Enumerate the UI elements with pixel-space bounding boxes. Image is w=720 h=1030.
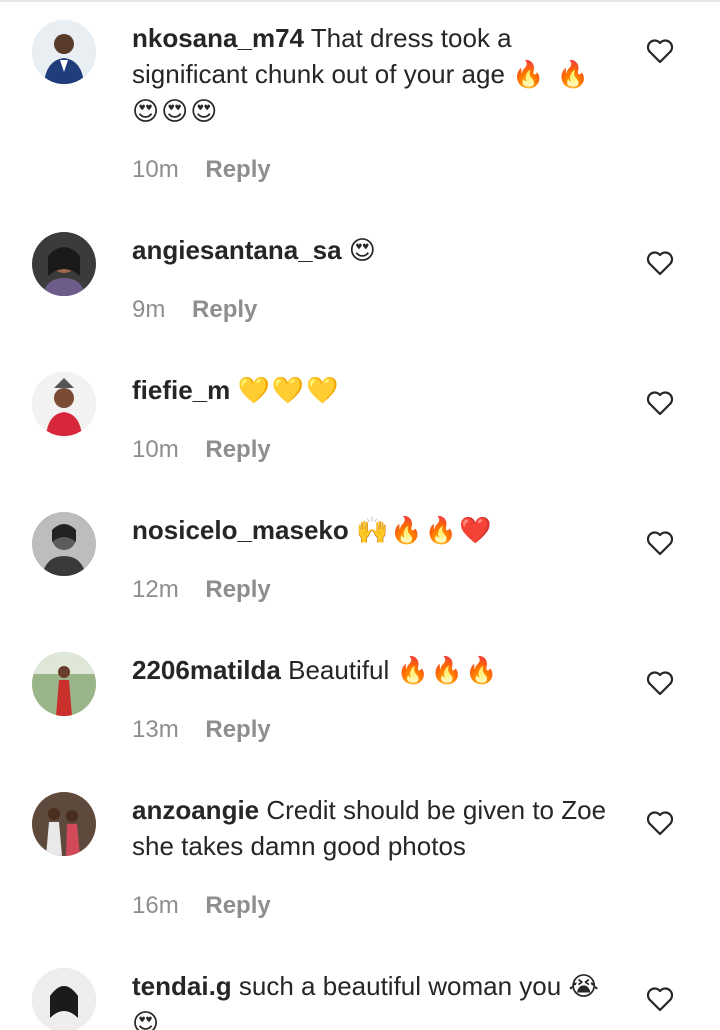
comment-text: angiesantana_sa 😍 bbox=[132, 232, 622, 269]
comment-meta: 16m Reply bbox=[132, 892, 271, 920]
comment-time: 10m bbox=[132, 156, 179, 183]
comment-time: 16m bbox=[132, 892, 179, 919]
comment-username[interactable]: angiesantana_sa bbox=[132, 235, 342, 265]
avatar[interactable] bbox=[32, 512, 96, 576]
comment-emojis: 😍 bbox=[348, 236, 378, 266]
comment-body: Beautiful bbox=[288, 655, 390, 685]
top-divider bbox=[0, 0, 720, 2]
reply-button[interactable]: Reply bbox=[205, 892, 270, 919]
comment-time: 10m bbox=[132, 436, 179, 463]
comment-meta: 13m Reply bbox=[132, 716, 271, 744]
comment-username[interactable]: tendai.g bbox=[132, 971, 232, 1001]
comment-text: nosicelo_maseko 🙌🔥🔥❤️ bbox=[132, 512, 622, 549]
heart-outline-icon[interactable] bbox=[646, 390, 674, 416]
comment-text: tendai.g such a beautiful woman you 😭😍 bbox=[132, 968, 622, 1030]
comment-text: anzoangie Credit should be given to Zoe … bbox=[132, 792, 622, 865]
comment-emojis: 💛💛💛 bbox=[237, 376, 341, 406]
comment-username[interactable]: anzoangie bbox=[132, 795, 259, 825]
avatar[interactable] bbox=[32, 372, 96, 436]
comment-body: such a beautiful woman you bbox=[238, 971, 562, 1001]
comment-username[interactable]: 2206matilda bbox=[132, 655, 281, 685]
comment-time: 12m bbox=[132, 576, 179, 603]
heart-outline-icon[interactable] bbox=[646, 250, 674, 276]
comment-text: nkosana_m74 That dress took a significan… bbox=[132, 20, 622, 130]
avatar[interactable] bbox=[32, 652, 96, 716]
reply-button[interactable]: Reply bbox=[205, 436, 270, 463]
comment-time: 9m bbox=[132, 296, 166, 323]
comment-username[interactable]: nosicelo_maseko bbox=[132, 515, 349, 545]
heart-outline-icon[interactable] bbox=[646, 530, 674, 556]
comment-meta: 10m Reply bbox=[132, 436, 271, 464]
comment-emojis: 🙌🔥🔥❤️ bbox=[356, 516, 494, 546]
reply-button[interactable]: Reply bbox=[205, 716, 270, 743]
avatar[interactable] bbox=[32, 792, 96, 856]
reply-button[interactable]: Reply bbox=[205, 156, 270, 183]
reply-button[interactable]: Reply bbox=[205, 576, 270, 603]
avatar[interactable] bbox=[32, 968, 96, 1030]
comment-username[interactable]: fiefie_m bbox=[132, 375, 230, 405]
heart-outline-icon[interactable] bbox=[646, 670, 674, 696]
comment-username[interactable]: nkosana_m74 bbox=[132, 23, 304, 53]
avatar[interactable] bbox=[32, 232, 96, 296]
heart-outline-icon[interactable] bbox=[646, 986, 674, 1012]
reply-button[interactable]: Reply bbox=[192, 296, 257, 323]
comment-text: fiefie_m 💛💛💛 bbox=[132, 372, 622, 409]
comment-time: 13m bbox=[132, 716, 179, 743]
avatar[interactable] bbox=[32, 20, 96, 84]
comment-meta: 9m Reply bbox=[132, 296, 257, 324]
comment-emojis: 🔥🔥🔥 bbox=[396, 656, 500, 686]
heart-outline-icon[interactable] bbox=[646, 810, 674, 836]
comment-meta: 10m Reply bbox=[132, 156, 271, 184]
heart-outline-icon[interactable] bbox=[646, 38, 674, 64]
comment-text: 2206matilda Beautiful 🔥🔥🔥 bbox=[132, 652, 622, 689]
comment-meta: 12m Reply bbox=[132, 576, 271, 604]
